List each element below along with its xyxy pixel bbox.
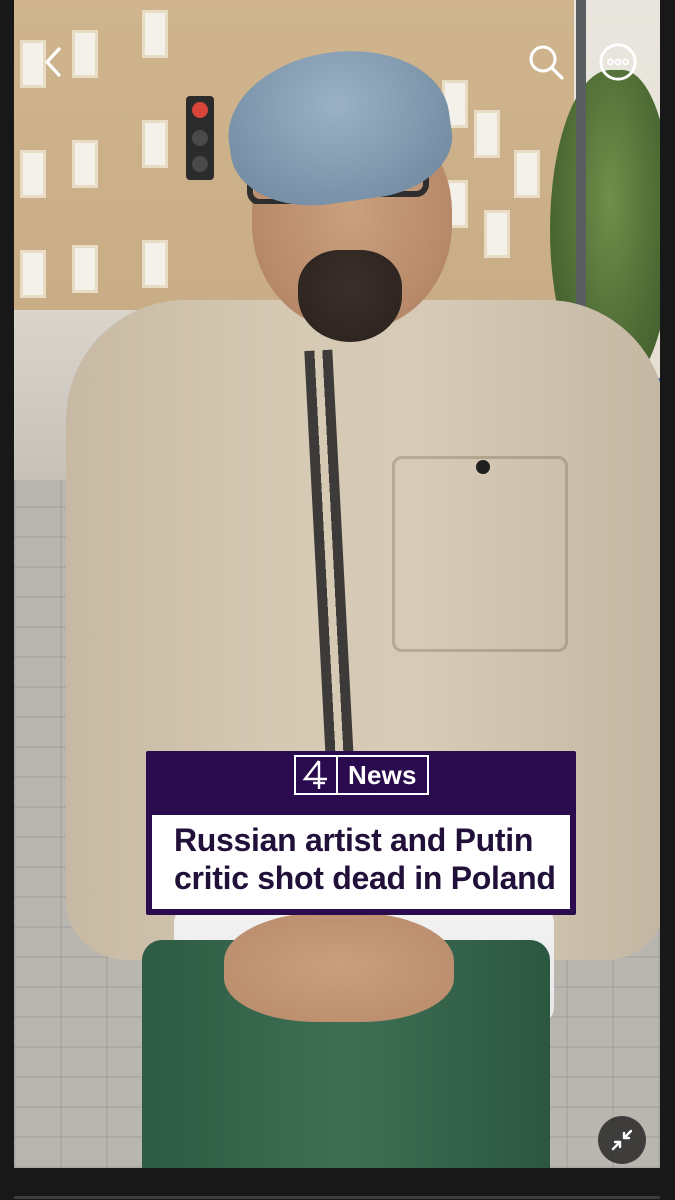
jacket-pocket [392,456,568,652]
news-caption-card: News Russian artist and Putin critic sho… [146,751,576,915]
news-wordmark: News [338,755,429,795]
back-button[interactable] [34,42,74,82]
headline: Russian artist and Putin critic shot dea… [152,815,570,909]
traffic-light [186,96,214,180]
channel4-logo-mark [294,755,338,795]
beard [298,250,402,342]
search-button[interactable] [526,42,566,82]
video-player[interactable]: P [14,0,660,1168]
more-button[interactable] [598,42,638,82]
channel4-icon [302,760,327,789]
exit-fullscreen-icon [611,1129,633,1151]
search-icon [529,45,564,80]
chevron-left-icon [45,47,61,77]
fullscreen-toggle-button[interactable] [598,1116,646,1164]
more-icon [599,43,637,81]
video-progress-bar[interactable] [14,1196,660,1199]
hands [224,912,454,1022]
street-pole [576,0,586,340]
pocket-button [476,460,490,474]
channel4-news-logo: News [294,755,430,799]
video-frame: P [0,0,675,1200]
